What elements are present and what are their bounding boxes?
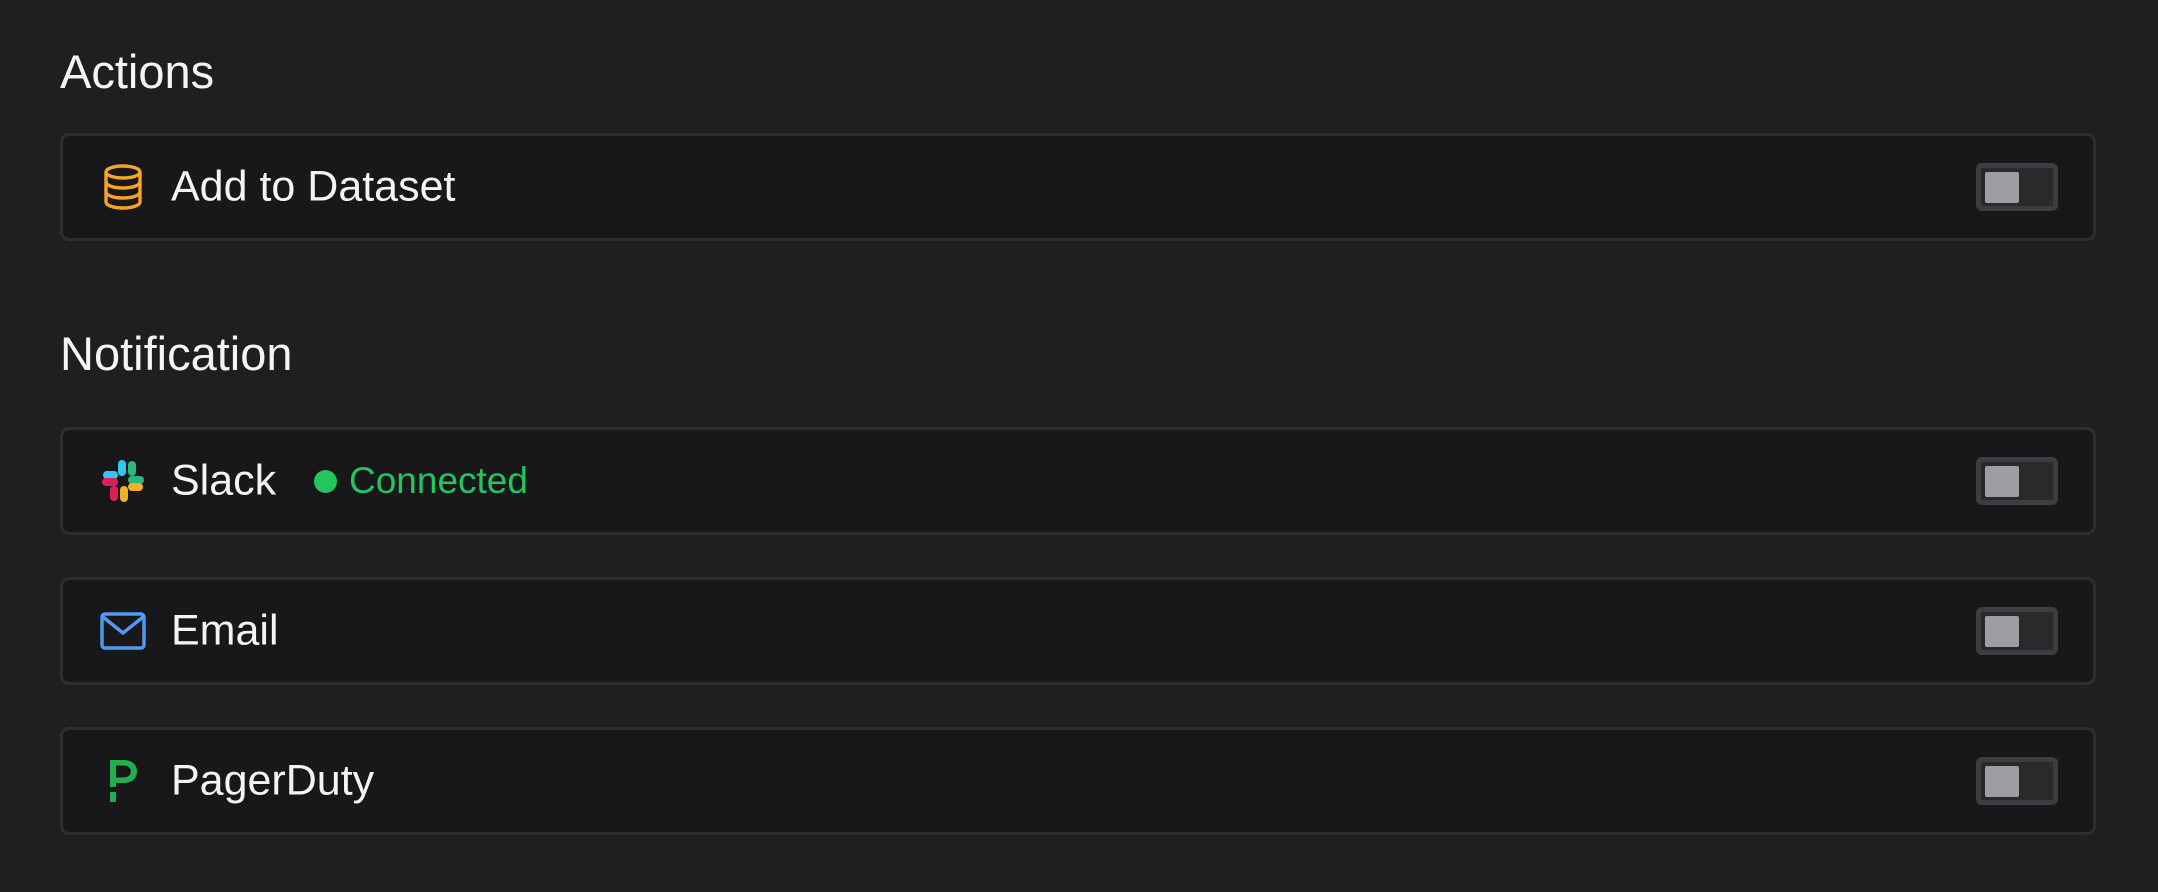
status-text: Connected bbox=[349, 460, 528, 501]
pagerduty-icon bbox=[100, 758, 146, 804]
slack-toggle[interactable] bbox=[1976, 457, 2058, 505]
mail-icon bbox=[100, 608, 146, 654]
toggle-knob bbox=[1985, 766, 2019, 797]
notification-label-email: Email bbox=[171, 606, 279, 655]
slack-icon bbox=[100, 458, 146, 504]
toggle-knob bbox=[1985, 616, 2019, 647]
add-to-dataset-toggle[interactable] bbox=[1976, 163, 2058, 211]
actions-section-title: Actions bbox=[60, 45, 215, 98]
pagerduty-toggle[interactable] bbox=[1976, 757, 2058, 805]
action-row-add-to-dataset: Add to Dataset bbox=[60, 133, 2096, 241]
action-label-add-to-dataset: Add to Dataset bbox=[171, 162, 456, 211]
integrations-page: Actions Add to Dataset Notification Slac… bbox=[0, 0, 2158, 892]
email-toggle[interactable] bbox=[1976, 607, 2058, 655]
notification-label-slack: Slack bbox=[171, 456, 277, 505]
notification-row-email: Email bbox=[60, 577, 2096, 685]
notification-row-slack: Slack Connected bbox=[60, 427, 2096, 535]
toggle-knob bbox=[1985, 466, 2019, 497]
status-badge: Connected bbox=[314, 460, 528, 502]
notification-row-pagerduty: PagerDuty bbox=[60, 727, 2096, 835]
status-dot-icon bbox=[314, 469, 337, 493]
database-icon bbox=[100, 164, 146, 210]
notification-label-pagerduty: PagerDuty bbox=[171, 756, 375, 805]
toggle-knob bbox=[1985, 172, 2019, 203]
notification-section-title: Notification bbox=[60, 327, 293, 380]
